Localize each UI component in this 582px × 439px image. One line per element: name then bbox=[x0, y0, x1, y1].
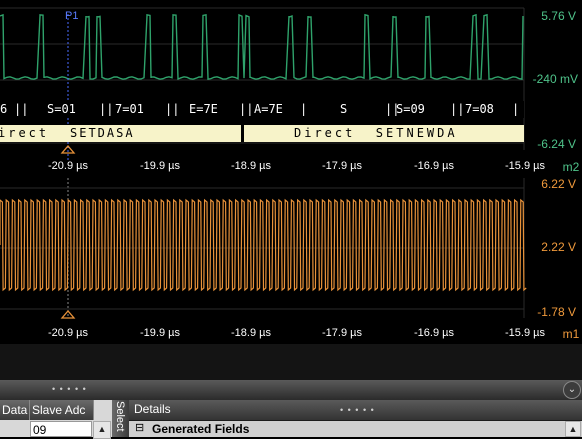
details-panel: Details • • • • • ⊟ Generated Fields ▲ bbox=[129, 400, 582, 437]
splitter-grip[interactable]: • • • • • bbox=[52, 384, 87, 394]
time-tick: -15.9 µs bbox=[505, 327, 545, 339]
upper-time-axis: -20.9 µs -19.9 µs -18.9 µs -17.9 µs -16.… bbox=[0, 159, 582, 175]
column-header-data[interactable]: Data bbox=[0, 400, 30, 420]
time-tick: -16.9 µs bbox=[414, 327, 454, 339]
symbol-cell[interactable]: A=7E bbox=[254, 101, 283, 118]
lower-waveform bbox=[0, 198, 527, 292]
time-tick: -17.9 µs bbox=[322, 327, 362, 339]
generated-fields-row[interactable]: ⊟ Generated Fields bbox=[129, 421, 582, 437]
details-grip[interactable]: • • • • • bbox=[340, 405, 375, 415]
upper-top-voltage: 5.76 V bbox=[541, 9, 576, 23]
decode-symbol-row: 6 || S=01 || 7=01 || E=7E || A=7E | S ||… bbox=[0, 101, 524, 118]
details-title: Details bbox=[134, 402, 171, 416]
p1-marker-label[interactable]: P1 bbox=[65, 10, 78, 22]
command-cell[interactable]: SETDASA bbox=[70, 125, 135, 142]
command-cell[interactable]: irect bbox=[0, 125, 49, 142]
generated-fields-label: Generated Fields bbox=[152, 422, 250, 436]
time-tick: -19.9 µs bbox=[140, 327, 180, 339]
symbol-cell[interactable]: E=7E bbox=[189, 101, 218, 118]
select-tab-label: Select bbox=[114, 401, 126, 432]
time-tick: -17.9 µs bbox=[322, 160, 362, 172]
upper-channel-label[interactable]: m2 bbox=[563, 160, 580, 174]
panel-splitter[interactable]: • • • • • ⌄ bbox=[0, 380, 582, 400]
symbol-cell[interactable]: S=01 bbox=[47, 101, 76, 118]
column-header-slave-address[interactable]: Slave Adc bbox=[30, 400, 94, 420]
upper-mid-voltage: -240 mV bbox=[532, 72, 578, 86]
time-tick: -15.9 µs bbox=[505, 160, 545, 172]
symbol-cell[interactable]: 6 bbox=[0, 101, 7, 118]
protocol-table: Data Slave Adc 09 ▲ bbox=[0, 400, 112, 439]
symbol-cell[interactable]: 7=01 bbox=[115, 101, 144, 118]
lower-bottom-voltage: -1.78 V bbox=[537, 305, 576, 319]
time-tick: -20.9 µs bbox=[48, 160, 88, 172]
details-scroll-up-icon[interactable]: ▲ bbox=[565, 421, 581, 437]
time-tick: -16.9 µs bbox=[414, 160, 454, 172]
collapse-panel-button[interactable]: ⌄ bbox=[563, 381, 581, 399]
upper-bottom-voltage: -6.24 V bbox=[537, 137, 576, 151]
time-tick: -19.9 µs bbox=[140, 160, 180, 172]
lower-top-voltage: 6.22 V bbox=[541, 177, 576, 191]
symbol-cell[interactable]: 7=08 bbox=[465, 101, 494, 118]
table-cell-slave-address[interactable]: 09 bbox=[30, 421, 92, 437]
collapse-icon[interactable]: ⊟ bbox=[135, 421, 144, 434]
lower-time-axis: -20.9 µs -19.9 µs -18.9 µs -17.9 µs -16.… bbox=[0, 326, 582, 342]
command-separator bbox=[241, 125, 244, 142]
command-cell[interactable]: Direct SETNEWDA bbox=[294, 125, 458, 142]
lower-mid-voltage: 2.22 V bbox=[541, 240, 576, 254]
lower-channel-label[interactable]: m1 bbox=[563, 327, 580, 341]
time-tick: -18.9 µs bbox=[231, 160, 271, 172]
time-tick: -20.9 µs bbox=[48, 327, 88, 339]
select-tab[interactable]: Select bbox=[112, 400, 129, 437]
scroll-up-icon[interactable]: ▲ bbox=[93, 421, 111, 439]
symbol-cell[interactable]: S bbox=[340, 101, 347, 118]
symbol-cell[interactable]: S=09 bbox=[396, 101, 425, 118]
status-strip bbox=[0, 344, 582, 380]
upper-waveform bbox=[0, 13, 524, 81]
decode-command-row: irect SETDASA Direct SETNEWDA bbox=[0, 125, 524, 142]
time-tick: -18.9 µs bbox=[231, 327, 271, 339]
